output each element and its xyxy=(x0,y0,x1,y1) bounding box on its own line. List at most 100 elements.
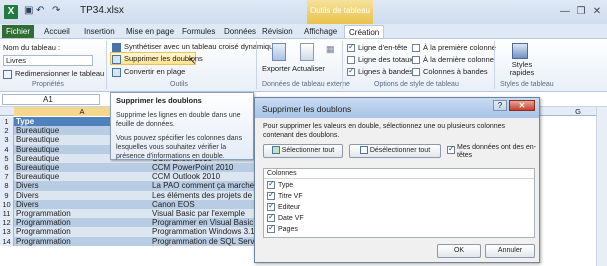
table-cell[interactable]: Programmation xyxy=(14,218,150,228)
row-number[interactable]: 3 xyxy=(0,135,14,145)
table-cell[interactable]: CCM PowerPoint 2010 xyxy=(150,163,260,173)
column-checkbox[interactable] xyxy=(267,212,275,222)
row-number[interactable]: 7 xyxy=(0,172,14,182)
table-cell[interactable]: Canon EOS xyxy=(150,199,260,209)
table-cell[interactable]: Programmation xyxy=(14,227,150,237)
last-column-label: À la dernière colonne xyxy=(423,55,494,64)
banded-rows-label: Lignes à bandes xyxy=(358,67,414,76)
header-row-checkbox[interactable] xyxy=(347,42,355,52)
tab-revision[interactable]: Révision xyxy=(258,25,297,38)
table-cell[interactable]: CCM Outlook 2010 xyxy=(150,172,260,182)
row-number[interactable]: 8 xyxy=(0,181,14,191)
table-cell[interactable]: Programmation de SQL Serve xyxy=(150,236,260,246)
dialog-close-icon[interactable]: ✕ xyxy=(509,100,535,111)
banded-columns-checkbox[interactable] xyxy=(412,68,420,76)
refresh-button[interactable]: Actualiser xyxy=(292,64,325,73)
resize-table-button[interactable]: Redimensionner le tableau xyxy=(3,69,104,79)
column-header-g[interactable]: G xyxy=(560,107,596,116)
properties-icon[interactable]: ▦ xyxy=(326,44,335,55)
ribbon-separator xyxy=(494,41,495,89)
help-icon[interactable]: ? xyxy=(493,100,507,111)
has-headers-checkbox[interactable] xyxy=(447,144,455,154)
tab-affichage[interactable]: Affichage xyxy=(300,25,341,38)
first-column-checkbox[interactable] xyxy=(412,44,420,52)
table-cell[interactable]: Les éléments des projets de xyxy=(150,190,260,200)
mouse-cursor-icon: ↖ xyxy=(188,56,197,67)
vertical-scrollbar[interactable] xyxy=(596,107,607,266)
table-cell[interactable]: Programmation xyxy=(14,209,150,219)
column-option[interactable]: Editeur xyxy=(267,201,300,212)
banded-rows-checkbox[interactable] xyxy=(347,66,355,76)
tab-fichier[interactable]: Fichier xyxy=(2,25,34,38)
export-icon xyxy=(272,43,286,61)
minimize-icon[interactable]: — xyxy=(558,6,572,18)
ribbon-separator xyxy=(106,41,107,89)
ribbon-separator xyxy=(256,41,257,89)
column-option[interactable]: Titre VF xyxy=(267,190,303,201)
export-button[interactable]: Exporter xyxy=(262,64,290,73)
redo-icon[interactable]: ↷ xyxy=(52,5,60,16)
row-number[interactable]: 9 xyxy=(0,190,14,200)
column-option[interactable]: Date VF xyxy=(267,212,304,223)
tab-mise-en-page[interactable]: Mise en page xyxy=(122,25,178,38)
row-number[interactable]: 6 xyxy=(0,163,14,173)
table-cell[interactable]: Programmer en Visual Basic xyxy=(150,218,260,228)
table-cell[interactable]: Bureautique xyxy=(14,163,150,173)
save-icon[interactable]: ▣ xyxy=(24,5,33,16)
total-row-checkbox[interactable] xyxy=(347,56,355,64)
table-cell[interactable]: Divers xyxy=(14,199,150,209)
column-option[interactable]: Pages xyxy=(267,223,298,234)
table-cell[interactable]: Visual Basic par l'exemple xyxy=(150,209,260,219)
row-number[interactable]: 4 xyxy=(0,144,14,154)
column-option-label: Date VF xyxy=(278,215,304,222)
cancel-button[interactable]: Annuler xyxy=(485,244,535,258)
pivot-table-button[interactable]: Synthétiser avec un tableau croisé dynam… xyxy=(112,42,277,52)
row-number[interactable]: 13 xyxy=(0,227,14,237)
dialog-instruction: Pour supprimer les valeurs en double, sé… xyxy=(263,123,506,139)
column-checkbox[interactable] xyxy=(267,201,275,211)
name-box[interactable]: A1 xyxy=(2,94,100,105)
row-number[interactable]: 5 xyxy=(0,153,14,163)
pivot-table-icon xyxy=(112,42,121,52)
table-cell[interactable]: La PAO comment ça marche xyxy=(150,181,260,191)
refresh-icon xyxy=(300,43,314,61)
column-checkbox[interactable] xyxy=(267,179,275,189)
undo-icon[interactable]: ↶ xyxy=(36,5,44,16)
tab-insertion[interactable]: Insertion xyxy=(80,25,119,38)
row-number[interactable]: 14 xyxy=(0,236,14,246)
row-number[interactable]: 12 xyxy=(0,218,14,228)
row-number[interactable]: 1 xyxy=(0,117,14,127)
column-option[interactable]: Type xyxy=(267,179,293,190)
tab-accueil[interactable]: Accueil xyxy=(40,25,74,38)
quick-styles-button[interactable]: Styles rapides xyxy=(500,61,544,77)
table-cell[interactable]: Divers xyxy=(14,181,150,191)
tooltip-text-2: Vous pouvez spécifier les colonnes dans … xyxy=(116,135,243,160)
convert-to-range-button[interactable]: Convertir en plage xyxy=(112,67,185,77)
table-cell[interactable]: Programmation Windows 3.1 xyxy=(150,227,260,237)
columns-list: Colonnes Type Titre VF Editeur Date VF P… xyxy=(263,168,535,238)
select-all-button[interactable]: Sélectionner tout xyxy=(263,144,343,158)
remove-duplicates-tooltip: Supprimer les doublons Supprime les lign… xyxy=(110,92,254,160)
tab-creation[interactable]: Création xyxy=(344,25,385,38)
ribbon-separator xyxy=(342,41,343,89)
last-column-checkbox[interactable] xyxy=(412,56,420,64)
unselect-all-button[interactable]: Désélectionner tout xyxy=(349,144,441,158)
tab-donnees[interactable]: Données xyxy=(220,25,260,38)
select-all-icon xyxy=(271,146,280,155)
table-cell[interactable]: Divers xyxy=(14,190,150,200)
resize-table-label: Redimensionner le tableau xyxy=(15,69,105,78)
column-option-label: Titre VF xyxy=(278,193,303,200)
close-icon[interactable]: ✕ xyxy=(590,6,604,18)
ok-button[interactable]: OK xyxy=(437,244,481,258)
column-checkbox[interactable] xyxy=(267,223,275,233)
row-number[interactable]: 11 xyxy=(0,209,14,219)
row-number[interactable]: 10 xyxy=(0,199,14,209)
column-checkbox[interactable] xyxy=(267,190,275,200)
row-number[interactable]: 2 xyxy=(0,126,14,136)
tab-formules[interactable]: Formules xyxy=(178,25,219,38)
table-cell[interactable]: Bureautique xyxy=(14,172,150,182)
excel-icon[interactable]: X xyxy=(4,5,18,19)
restore-icon[interactable]: ❐ xyxy=(574,6,588,18)
table-name-input[interactable]: Livres xyxy=(3,55,93,66)
table-cell[interactable]: Programmation xyxy=(14,236,150,246)
